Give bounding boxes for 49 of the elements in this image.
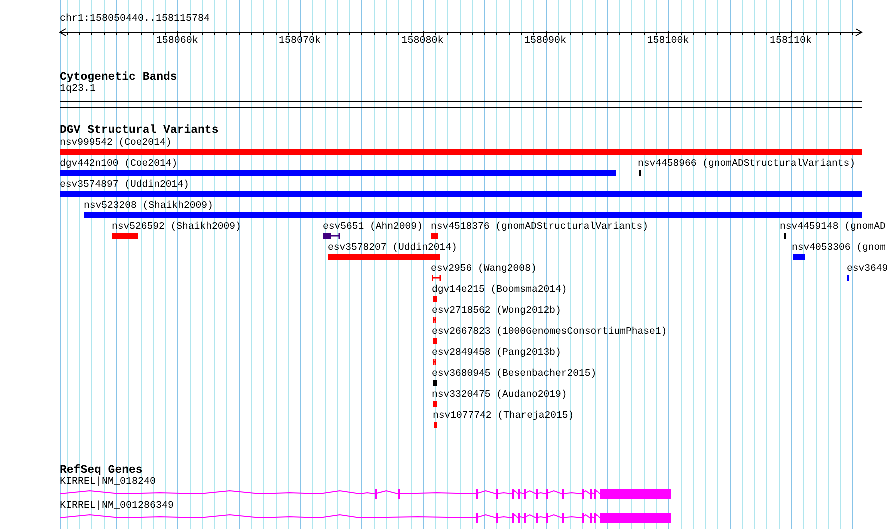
variant-label: esv2667823 (1000GenomesConsortiumPhase1)	[432, 326, 668, 338]
variant-label: dgv14e215 (Boomsma2014)	[432, 284, 568, 296]
tick-label: 158100k	[647, 36, 690, 48]
variant-bar[interactable]	[433, 401, 437, 407]
variant-span[interactable]	[323, 233, 340, 239]
tick-label: 158060k	[156, 36, 198, 48]
variant-bar[interactable]	[433, 380, 437, 386]
variant-label: esv2849458 (Pang2013b)	[432, 347, 562, 359]
gene-model-drawing[interactable]	[60, 512, 672, 524]
location-label: chr1:158050440..158115784	[59, 14, 212, 26]
variant-label: esv5651 (Ahn2009)	[323, 221, 423, 233]
variant-bar[interactable]	[431, 233, 438, 239]
variant-bar[interactable]	[433, 296, 437, 302]
variant-label: nsv4053306 (gnom	[792, 242, 886, 254]
variant-bar[interactable]	[434, 422, 437, 428]
variant-label: nsv3320475 (Audano2019)	[432, 389, 568, 401]
gene-model-drawing[interactable]	[60, 488, 672, 500]
variant-label: nsv526592 (Shaikh2009)	[112, 221, 242, 233]
variant-label: esv2718562 (Wong2012b)	[432, 305, 562, 317]
tick-label: 158070k	[279, 36, 322, 48]
variant-bar[interactable]	[60, 170, 616, 176]
variant-bar[interactable]	[60, 149, 862, 155]
variant-bar[interactable]	[793, 254, 805, 260]
variant-label: nsv4518376 (gnomADStructuralVariants)	[431, 221, 649, 233]
tick-label: 158110k	[770, 36, 812, 48]
variant-bar[interactable]	[328, 254, 440, 260]
variant-label: dgv442n100 (Coe2014)	[60, 158, 178, 170]
tick-label: 158080k	[402, 36, 444, 48]
variant-label: esv2956 (Wang2008)	[431, 263, 537, 275]
variant-label: esv3649	[847, 263, 888, 275]
band-label: 1q23.1	[59, 84, 98, 96]
variant-bar[interactable]	[60, 191, 862, 197]
variant-label: nsv4458966 (gnomADStructuralVariants)	[638, 158, 856, 170]
variant-label: esv3680945 (Besenbacher2015)	[432, 368, 597, 380]
variant-label: nsv523208 (Shaikh2009)	[84, 200, 214, 212]
track-title: Cytogenetic Bands	[59, 72, 178, 84]
track-title: DGV Structural Variants	[59, 125, 220, 137]
gene-label: KIRREL|NM_001286349	[59, 501, 176, 513]
variant-label: esv3578207 (Uddin2014)	[328, 242, 458, 254]
track-title: RefSeq Genes	[59, 465, 143, 477]
variant-bar[interactable]	[84, 212, 862, 218]
variant-label: esv3574897 (Uddin2014)	[60, 179, 190, 191]
variant-label: nsv1077742 (Thareja2015)	[433, 410, 574, 422]
gene-label: KIRREL|NM_018240	[59, 477, 158, 489]
variant-label: nsv999542 (Coe2014)	[60, 137, 172, 149]
variant-bar[interactable]	[112, 233, 138, 239]
variant-bar[interactable]	[433, 338, 437, 344]
tick-label: 158090k	[524, 36, 567, 48]
variant-label: nsv4459148 (gnomAD	[780, 221, 886, 233]
